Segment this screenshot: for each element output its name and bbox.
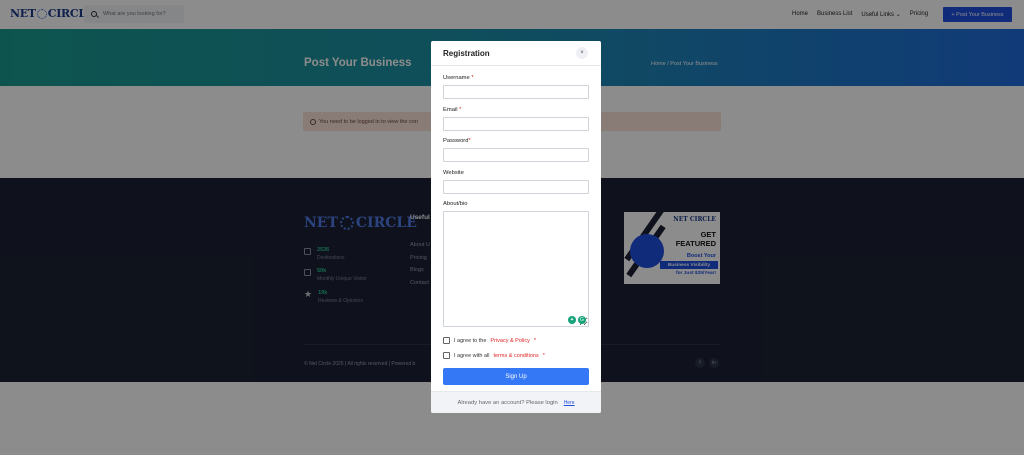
email-label-text: Email <box>443 107 458 113</box>
privacy-agree-row: I agree to the Privacy & Policy * <box>443 337 536 344</box>
required-mark: * <box>471 75 474 81</box>
required-mark: * <box>459 107 462 113</box>
terms-agree-row: I agree with all terms & conditions * <box>443 352 545 359</box>
privacy-agree-text: I agree to the <box>454 337 487 344</box>
website-label: Website <box>443 170 464 176</box>
username-field[interactable] <box>443 85 589 99</box>
ai-assist-icon[interactable]: ✦ <box>568 316 576 324</box>
password-label-text: Password <box>443 138 469 144</box>
website-field[interactable] <box>443 180 589 194</box>
username-label: Username * <box>443 75 474 81</box>
username-label-text: Username <box>443 75 470 81</box>
textarea-tools: ✦ G <box>568 316 586 324</box>
privacy-checkbox[interactable] <box>443 337 450 344</box>
modal-footer: Already have an account? Please login He… <box>431 391 601 413</box>
required-mark: * <box>542 352 545 359</box>
close-icon[interactable]: × <box>576 47 588 59</box>
terms-conditions-link[interactable]: terms & conditions <box>493 353 538 359</box>
registration-modal: Registration × Username * Email * Passwo… <box>431 41 601 413</box>
login-prompt-text: Already have an account? Please login <box>457 399 558 406</box>
modal-header: Registration × <box>431 41 601 66</box>
grammarly-icon[interactable]: G <box>578 316 586 324</box>
required-mark: * <box>533 337 536 344</box>
modal-title: Registration <box>443 49 490 58</box>
privacy-policy-link[interactable]: Privacy & Policy <box>490 338 529 344</box>
required-mark: * <box>468 138 471 144</box>
terms-agree-text: I agree with all <box>454 352 490 359</box>
signup-button[interactable]: Sign Up <box>443 368 589 385</box>
email-label: Email * <box>443 107 461 113</box>
password-label: Password* <box>443 138 471 144</box>
about-label: About/bio <box>443 201 468 207</box>
about-bio-textarea[interactable] <box>443 211 589 327</box>
password-field[interactable] <box>443 148 589 162</box>
terms-checkbox[interactable] <box>443 352 450 359</box>
login-link[interactable]: Here <box>564 400 575 406</box>
email-field[interactable] <box>443 117 589 131</box>
